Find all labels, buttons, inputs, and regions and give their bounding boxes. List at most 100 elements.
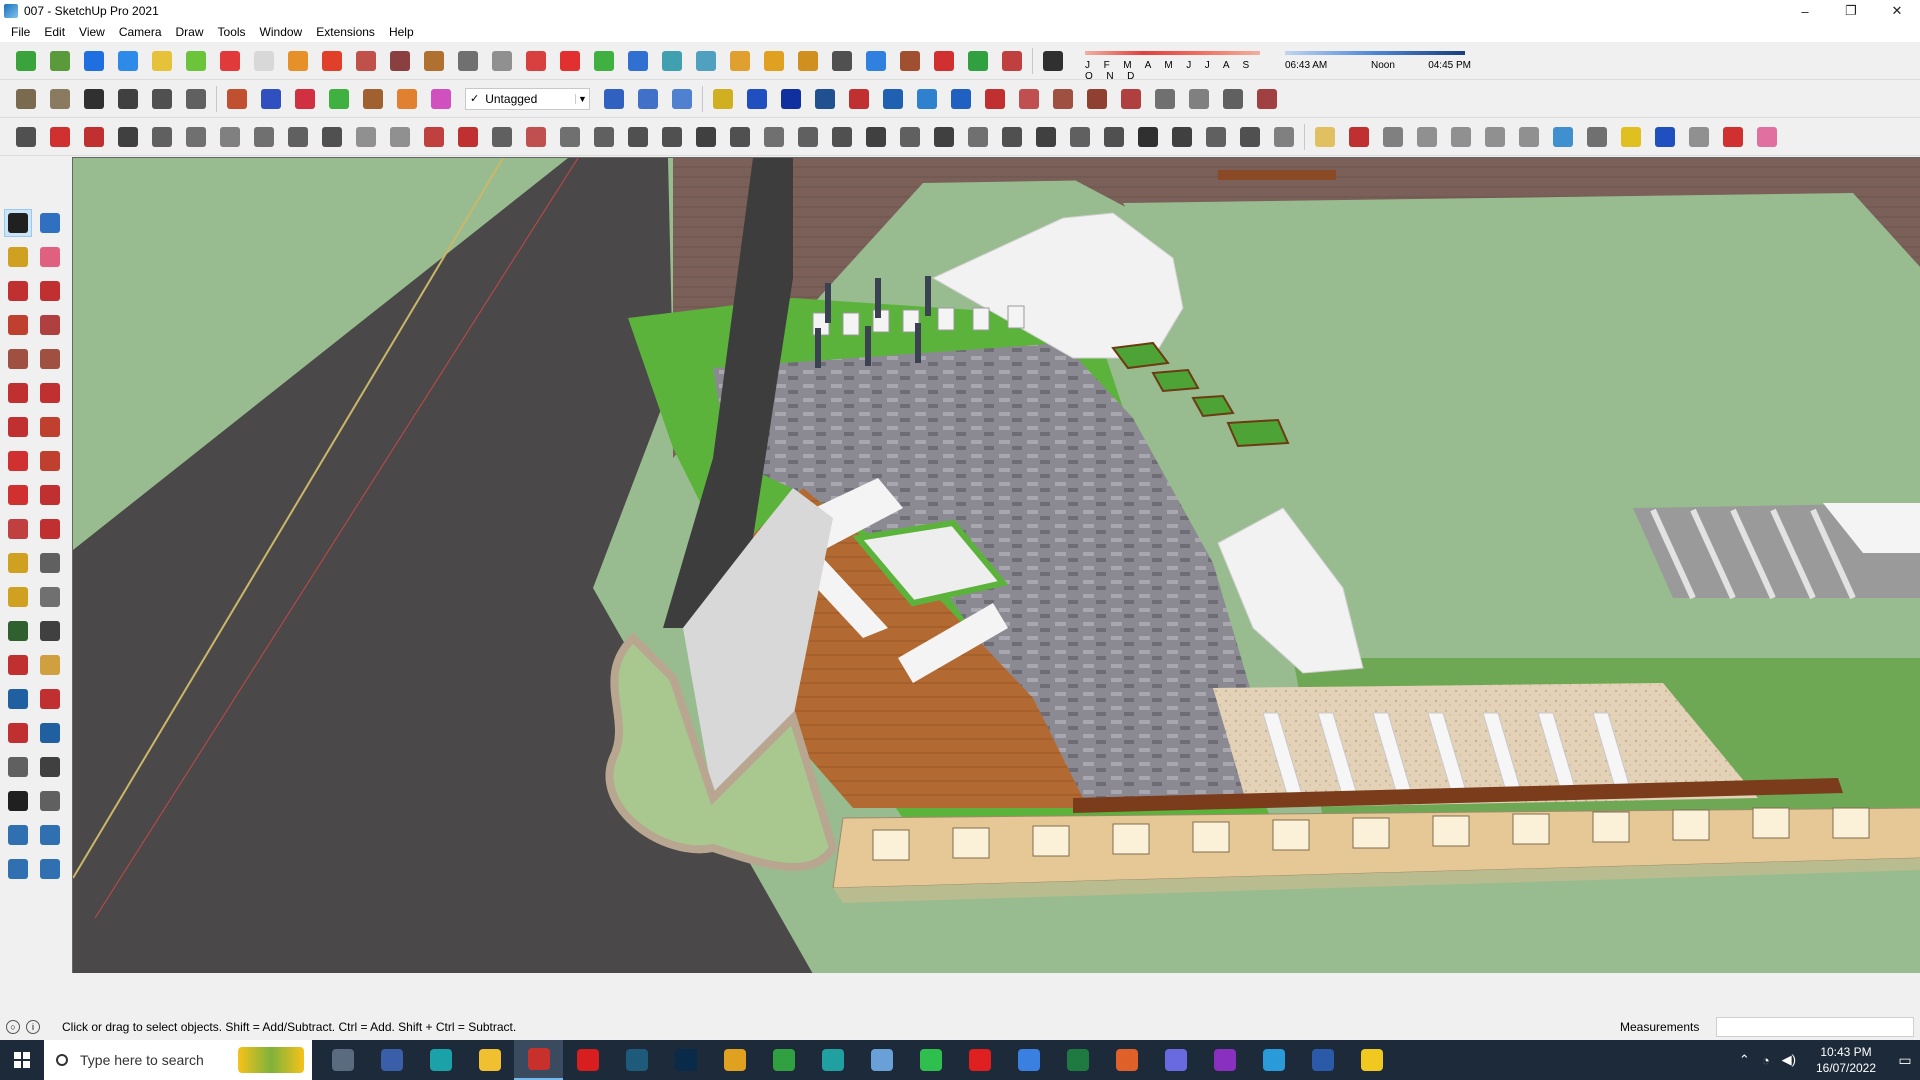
draw-tool-30[interactable] (998, 123, 1026, 151)
acrobat-app[interactable] (563, 1040, 612, 1080)
rotate-tool[interactable] (4, 481, 32, 509)
draw-tool-52[interactable] (1753, 123, 1781, 151)
draw-tool-28[interactable] (930, 123, 958, 151)
discord-app[interactable] (1151, 1040, 1200, 1080)
sandbox-tool-1[interactable] (4, 821, 32, 849)
push-pull-brown-button[interactable] (359, 85, 387, 113)
component-tool-12[interactable] (454, 47, 482, 75)
previous-view-tool[interactable] (36, 719, 64, 747)
draw-tool-44[interactable] (1481, 123, 1509, 151)
3d-text-tool[interactable] (36, 617, 64, 645)
chevron-down-icon[interactable]: ▼ (575, 93, 589, 104)
opera-app[interactable] (955, 1040, 1004, 1080)
dimension-tool[interactable] (36, 549, 64, 577)
component-tool-11[interactable] (420, 47, 448, 75)
draw-tool-4[interactable] (114, 123, 142, 151)
tape-measure-tool[interactable] (4, 549, 32, 577)
component-tool-18[interactable] (658, 47, 686, 75)
menu-extensions[interactable]: Extensions (309, 22, 382, 42)
pie-tool[interactable] (36, 413, 64, 441)
ext-tool-11[interactable] (1049, 85, 1077, 113)
excel-app[interactable] (1053, 1040, 1102, 1080)
ext-tool-4[interactable] (811, 85, 839, 113)
draw-tool-32[interactable] (1066, 123, 1094, 151)
freehand-tool[interactable] (36, 277, 64, 305)
telegram-app[interactable] (1249, 1040, 1298, 1080)
task-view-button[interactable] (318, 1040, 367, 1080)
view-right-button[interactable] (114, 85, 142, 113)
component-tool-24[interactable] (862, 47, 890, 75)
edge-app[interactable] (416, 1040, 465, 1080)
draw-tool-10[interactable] (318, 123, 346, 151)
draw-tool-20[interactable] (658, 123, 686, 151)
component-tool-16[interactable] (590, 47, 618, 75)
component-tool-15[interactable] (556, 47, 584, 75)
draw-tool-19[interactable] (624, 123, 652, 151)
close-button[interactable]: ✕ (1874, 0, 1920, 22)
draw-tool-45[interactable] (1515, 123, 1543, 151)
sandbox-from-contours-button[interactable] (12, 47, 40, 75)
polygon-tool[interactable] (36, 345, 64, 373)
draw-tool-35[interactable] (1168, 123, 1196, 151)
draw-tool-43[interactable] (1447, 123, 1475, 151)
draw-tool-13[interactable] (420, 123, 448, 151)
section-tool-3[interactable] (668, 85, 696, 113)
draw-tool-33[interactable] (1100, 123, 1128, 151)
sandbox-tool-3[interactable] (4, 855, 32, 883)
draw-tool-6[interactable] (182, 123, 210, 151)
menu-file[interactable]: File (4, 22, 37, 42)
ext-tool-17[interactable] (1253, 85, 1281, 113)
component-tool-10[interactable] (386, 47, 414, 75)
zoom-window-tool[interactable] (36, 685, 64, 713)
notification-icon[interactable]: ▭ (1890, 1040, 1920, 1080)
chevron-up-icon[interactable]: ⌃ (1739, 1052, 1750, 1068)
ext-tool-3[interactable] (777, 85, 805, 113)
component-tool-23[interactable] (828, 47, 856, 75)
draw-tool-18[interactable] (590, 123, 618, 151)
start-button[interactable] (0, 1040, 44, 1080)
ext-tool-15[interactable] (1185, 85, 1213, 113)
cube-app[interactable] (1298, 1040, 1347, 1080)
draw-tool-41[interactable] (1379, 123, 1407, 151)
component-tool-20[interactable] (726, 47, 754, 75)
minimize-button[interactable]: – (1782, 0, 1828, 22)
draw-tool-2[interactable] (46, 123, 74, 151)
ext-tool-13[interactable] (1117, 85, 1145, 113)
move-tool[interactable] (4, 447, 32, 475)
draw-tool-8[interactable] (250, 123, 278, 151)
maximize-button[interactable]: ❐ (1828, 0, 1874, 22)
section-plane-tool[interactable] (36, 787, 64, 815)
rotated-rectangle-tool[interactable] (36, 311, 64, 339)
draw-tool-11[interactable] (352, 123, 380, 151)
podcast-app[interactable] (1200, 1040, 1249, 1080)
component-tool-13[interactable] (488, 47, 516, 75)
ext-tool-14[interactable] (1151, 85, 1179, 113)
network-icon[interactable]: ◔ (1762, 1053, 1770, 1068)
component-tool-22[interactable] (794, 47, 822, 75)
taskbar-search[interactable]: Type here to search (44, 1040, 312, 1080)
menu-view[interactable]: View (72, 22, 112, 42)
time-slider-track[interactable] (1285, 50, 1465, 55)
sandbox-tool-2[interactable] (36, 821, 64, 849)
ext-tool-2[interactable] (743, 85, 771, 113)
draw-tool-49[interactable] (1651, 123, 1679, 151)
follow-me-tool[interactable] (36, 481, 64, 509)
whatsapp-app[interactable] (906, 1040, 955, 1080)
draw-tool-26[interactable] (862, 123, 890, 151)
ext-tool-1[interactable] (709, 85, 737, 113)
ext-tool-5[interactable] (845, 85, 873, 113)
draw-tool-40[interactable] (1345, 123, 1373, 151)
pan-tool[interactable] (36, 651, 64, 679)
look-around-tool[interactable] (36, 753, 64, 781)
push-pull-green-button[interactable] (325, 85, 353, 113)
draw-tool-7[interactable] (216, 123, 244, 151)
model-viewport[interactable] (72, 157, 1920, 973)
view-front-button[interactable] (80, 85, 108, 113)
component-tool-21[interactable] (760, 47, 788, 75)
scale-tool[interactable] (4, 515, 32, 543)
eraser-tool[interactable] (36, 243, 64, 271)
sticky-notes-app[interactable] (1347, 1040, 1396, 1080)
draw-tool-50[interactable] (1685, 123, 1713, 151)
component-tool-9[interactable] (352, 47, 380, 75)
draw-tool-48[interactable] (1617, 123, 1645, 151)
